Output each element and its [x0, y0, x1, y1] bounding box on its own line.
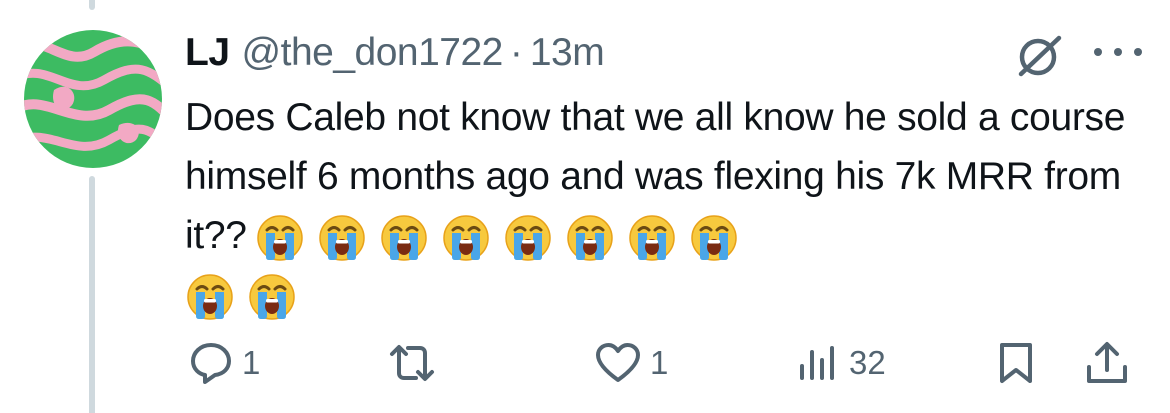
like-count: 1	[650, 344, 669, 381]
tweet-header: LJ @the_don1722 · 13m	[185, 28, 605, 78]
thread-line-top	[89, 0, 95, 10]
emoji-row	[185, 272, 297, 322]
avatar[interactable]	[24, 30, 162, 168]
loudly-crying-face-icon	[247, 272, 297, 322]
view-count: 32	[849, 344, 886, 381]
share-icon	[1087, 342, 1127, 383]
views-button[interactable]: 32	[795, 335, 886, 391]
reply-count: 1	[242, 344, 261, 381]
emoji-row	[255, 213, 739, 263]
loudly-crying-face-icon	[627, 213, 677, 263]
loudly-crying-face-icon	[185, 272, 235, 322]
tweet-text: Does Caleb not know that we all know he …	[185, 88, 1145, 324]
author-name[interactable]: LJ	[185, 31, 230, 75]
loudly-crying-face-icon	[565, 213, 615, 263]
separator-dot: ·	[509, 31, 523, 74]
like-button[interactable]: 1	[594, 335, 668, 391]
loudly-crying-face-icon	[255, 213, 305, 263]
action-bar: 1 1 32	[0, 335, 1170, 391]
bookmark-icon	[1000, 343, 1032, 383]
views-icon	[800, 346, 834, 380]
retweet-icon	[390, 345, 434, 381]
share-button[interactable]	[1084, 335, 1130, 391]
loudly-crying-face-icon	[503, 213, 553, 263]
more-icon[interactable]	[1088, 42, 1148, 62]
timestamp[interactable]: 13m	[530, 31, 605, 75]
bookmark-button[interactable]	[996, 335, 1036, 391]
grok-icon[interactable]	[1013, 30, 1065, 82]
retweet-button[interactable]	[386, 335, 438, 391]
loudly-crying-face-icon	[689, 213, 739, 263]
reply-icon	[191, 343, 231, 384]
loudly-crying-face-icon	[441, 213, 491, 263]
loudly-crying-face-icon	[317, 213, 367, 263]
loudly-crying-face-icon	[379, 213, 429, 263]
author-handle[interactable]: @the_don1722	[242, 31, 504, 75]
reply-button[interactable]: 1	[188, 335, 260, 391]
like-icon	[596, 343, 640, 382]
